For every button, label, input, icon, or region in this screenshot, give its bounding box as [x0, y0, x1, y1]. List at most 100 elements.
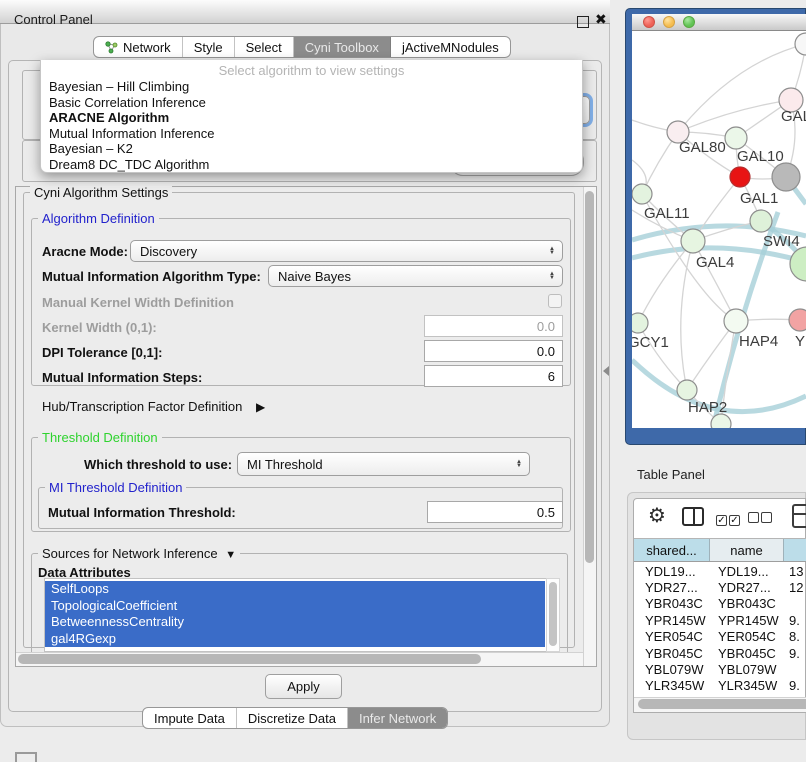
table-row[interactable]: YLR345WYLR345W9. — [634, 678, 806, 694]
node-gal11[interactable] — [632, 184, 652, 204]
mi-threshold-field[interactable]: 0.5 — [427, 501, 563, 523]
mi-type-combo[interactable]: Naive Bayes ▲▼ — [268, 265, 563, 287]
table-row[interactable]: YBR043CYBR043C — [634, 596, 806, 612]
node-gal4-label: GAL4 — [696, 254, 734, 271]
table-hscrollbar-thumb[interactable] — [638, 699, 806, 709]
network-edge — [687, 321, 736, 390]
kernel-width-field[interactable]: 0.0 — [424, 315, 563, 337]
tab-impute-data[interactable]: Impute Data — [143, 708, 237, 728]
node-bottom-partial[interactable] — [711, 414, 731, 428]
network-icon — [105, 41, 118, 54]
attr-list-scrollbar-thumb[interactable] — [549, 582, 557, 646]
manual-kernel-checkbox[interactable] — [548, 294, 562, 308]
table-cell: YDL19... — [634, 564, 710, 579]
column-header-partial[interactable] — [784, 539, 806, 561]
hub-definition-label: Hub/Transcription Factor Definition — [42, 399, 242, 414]
column-header-shared-name[interactable]: shared... — [634, 539, 710, 561]
tab-infer-network[interactable]: Infer Network — [348, 708, 447, 728]
attribute-item-gal4rgexp[interactable]: gal4RGexp — [45, 631, 545, 648]
minimize-traffic-light[interactable] — [663, 16, 675, 28]
node-hap2[interactable] — [677, 380, 697, 400]
tab-label: Style — [194, 40, 223, 55]
table-mode-icon[interactable] — [792, 504, 806, 528]
zoom-traffic-light[interactable] — [683, 16, 695, 28]
node-gal4[interactable] — [681, 229, 705, 253]
gear-icon[interactable]: ⚙ — [648, 505, 666, 527]
sources-group-title[interactable]: Sources for Network Inference ▼ — [38, 547, 240, 562]
node-gcy1[interactable] — [632, 313, 648, 333]
node-gal1-label: GAL1 — [740, 190, 778, 207]
table-cell: YPR145W — [634, 613, 710, 628]
tab-style[interactable]: Style — [183, 37, 235, 57]
node-gal80-label: GAL80 — [679, 139, 726, 156]
mi-type-label: Mutual Information Algorithm Type: — [42, 269, 261, 284]
column-header-name[interactable]: name — [710, 539, 784, 561]
deselect-all-checkbox-icon[interactable] — [748, 511, 774, 526]
table-row[interactable]: YBL079WYBL079W — [634, 661, 806, 677]
attribute-item-selfloops[interactable]: SelfLoops — [45, 581, 545, 598]
table-cell: YLR345W — [634, 678, 710, 693]
apply-button[interactable]: Apply — [265, 674, 342, 699]
table-cell: YDR27... — [710, 580, 784, 595]
node-gcy1-label: GCY1 — [632, 334, 669, 351]
node-swi4-label: SWI4 — [763, 233, 800, 250]
tab-cyni-toolbox[interactable]: Cyni Toolbox — [294, 37, 391, 57]
hub-definition-toggle[interactable]: Hub/Transcription Factor Definition ▶ — [42, 399, 265, 414]
tab-jactivemnodules[interactable]: jActiveMNodules — [391, 37, 510, 57]
table-row[interactable]: YPR145WYPR145W9. — [634, 612, 806, 628]
manual-kernel-label: Manual Kernel Width Definition — [42, 295, 234, 310]
tab-select[interactable]: Select — [235, 37, 294, 57]
algorithm-option-mutual-information-inference[interactable]: Mutual Information Inference — [41, 126, 582, 142]
algorithm-option-bayesian-k2[interactable]: Bayesian – K2 — [41, 141, 582, 157]
table-cell: YBR043C — [634, 596, 710, 611]
float-panel-icon[interactable] — [577, 16, 589, 28]
table-row[interactable]: YBR045CYBR045C9. — [634, 645, 806, 661]
attribute-item-betweennesscentrality[interactable]: BetweennessCentrality — [45, 614, 545, 631]
node-gray[interactable] — [772, 163, 800, 191]
attribute-item-topologicalcoefficient[interactable]: TopologicalCoefficient — [45, 598, 545, 615]
control-panel-title: Control Panel — [14, 12, 93, 27]
column-pane-icon[interactable] — [682, 507, 704, 526]
close-traffic-light[interactable] — [643, 16, 655, 28]
settings-hscrollbar-thumb[interactable] — [18, 654, 481, 664]
minimized-panel-icon[interactable] — [15, 752, 37, 762]
node-gal1[interactable] — [730, 167, 750, 187]
algorithm-option-basic-correlation-inference[interactable]: Basic Correlation Inference — [41, 95, 582, 111]
sources-title-text: Sources for Network Inference — [42, 546, 218, 561]
table-cell: YBR045C — [710, 646, 784, 661]
table-cell: 9. — [784, 613, 806, 628]
node-salmon[interactable] — [789, 309, 806, 331]
table-row[interactable]: YDR27...YDR27...12 — [634, 579, 806, 595]
which-threshold-value: MI Threshold — [247, 457, 323, 472]
table-panel-title: Table Panel — [637, 467, 705, 482]
algorithm-option-dream8-dc-tdc-algorithm[interactable]: Dream8 DC_TDC Algorithm — [41, 157, 582, 173]
which-threshold-combo[interactable]: MI Threshold ▲▼ — [237, 452, 530, 476]
network-window-titlebar[interactable] — [632, 14, 806, 31]
expand-right-icon: ▶ — [256, 400, 265, 414]
algorithm-definition-title: Algorithm Definition — [38, 212, 159, 225]
settings-vscrollbar-thumb[interactable] — [585, 191, 594, 563]
select-all-checkbox-icon[interactable]: ✓✓ — [716, 511, 742, 526]
table-row[interactable]: YDL19...YDL19...13 — [634, 563, 806, 579]
tab-discretize-data[interactable]: Discretize Data — [237, 708, 348, 728]
tab-network[interactable]: Network — [94, 37, 183, 57]
combo-arrows-icon: ▲▼ — [516, 460, 522, 468]
aracne-mode-value: Discovery — [140, 244, 197, 259]
dpi-tolerance-field[interactable]: 0.0 — [424, 340, 563, 362]
splitter-collapse-icon[interactable] — [603, 366, 609, 376]
node-top-partial[interactable] — [795, 33, 806, 55]
aracne-mode-combo[interactable]: Discovery ▲▼ — [130, 240, 563, 262]
node-big-green[interactable] — [790, 247, 806, 281]
mi-steps-field[interactable]: 6 — [424, 365, 563, 387]
network-canvas[interactable]: GALGAL80GAL10GAL1GAL11SWI4GAL4HAP4YGCY1H… — [632, 31, 806, 428]
algorithm-option-bayesian-hill-climbing[interactable]: Bayesian – Hill Climbing — [41, 79, 582, 95]
network-edge — [693, 241, 736, 321]
data-attributes-list[interactable]: SelfLoopsTopologicalCoefficientBetweenne… — [44, 578, 560, 652]
close-icon[interactable]: ✖ — [595, 11, 607, 28]
node-gal10[interactable] — [725, 127, 747, 149]
table-row[interactable]: YER054CYER054C8. — [634, 629, 806, 645]
node-swi4[interactable] — [750, 210, 772, 232]
node-hap2-label: HAP2 — [688, 399, 727, 416]
node-hap4[interactable] — [724, 309, 748, 333]
algorithm-option-aracne-algorithm[interactable]: ARACNE Algorithm — [41, 110, 582, 126]
